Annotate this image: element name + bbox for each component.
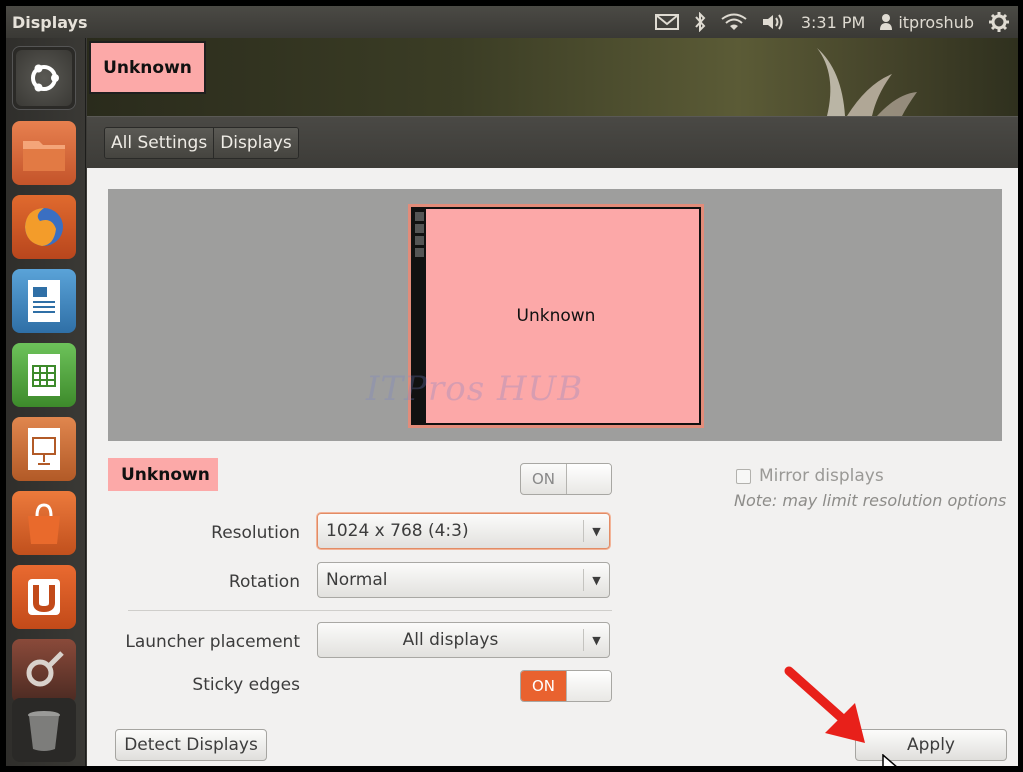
display-arrangement-preview: Unknown ITPros HUB — [108, 189, 1002, 441]
gear-icon[interactable] — [988, 11, 1010, 33]
displays-panel: Unknown ITPros HUB Unknown ON Mirror dis… — [87, 168, 1018, 766]
bluetooth-icon[interactable] — [693, 12, 707, 32]
launcher-placement-value: All displays — [402, 630, 499, 650]
rotation-label: Rotation — [228, 572, 300, 592]
toolbar: All Settings Displays — [87, 116, 1018, 168]
dash-home-button[interactable] — [12, 46, 76, 110]
system-settings-launcher[interactable] — [12, 639, 76, 703]
breadcrumb-displays[interactable]: Displays — [213, 128, 298, 158]
system-tray: 3:31 PM itproshub — [654, 6, 1010, 38]
breadcrumb: All Settings Displays — [104, 127, 299, 159]
launcher-placement-label: Launcher placement — [125, 632, 300, 652]
software-center-launcher[interactable] — [12, 491, 76, 555]
mirror-displays-label: Mirror displays — [759, 466, 884, 486]
launcher-placement-dropdown[interactable]: All displays ▼ — [317, 622, 610, 658]
watermark-text: ITPros HUB — [366, 369, 584, 409]
impress-launcher[interactable] — [12, 417, 76, 481]
resolution-dropdown[interactable]: 1024 x 768 (4:3) ▼ — [317, 513, 610, 549]
rotation-value: Normal — [326, 570, 388, 590]
trash-icon — [16, 702, 72, 758]
ubuntu-one-launcher[interactable] — [12, 565, 76, 629]
chevron-down-icon: ▼ — [583, 629, 609, 651]
detect-displays-button[interactable]: Detect Displays — [115, 729, 267, 761]
mirror-displays-checkbox[interactable] — [736, 468, 751, 484]
display-name-label: Unknown — [108, 458, 218, 491]
shopping-bag-icon — [16, 495, 72, 551]
user-name: itproshub — [898, 12, 974, 32]
annotation-arrow-icon — [784, 666, 865, 743]
mirror-note: Note: may limit resolution options — [734, 491, 1007, 510]
folder-icon — [16, 125, 72, 181]
user-icon — [880, 14, 893, 30]
writer-launcher[interactable] — [12, 269, 76, 333]
display-tab-unknown[interactable]: Unknown — [89, 41, 206, 94]
display-on-toggle[interactable]: ON — [520, 463, 612, 495]
sticky-toggle-knob — [566, 671, 611, 701]
ubuntu-one-icon — [16, 569, 72, 625]
mail-icon[interactable] — [654, 13, 679, 31]
launcher — [6, 38, 86, 766]
firefox-icon — [16, 199, 72, 255]
files-launcher[interactable] — [12, 121, 76, 185]
divider — [128, 610, 612, 611]
sticky-edges-toggle[interactable]: ON — [520, 670, 612, 702]
trash-launcher[interactable] — [12, 698, 76, 762]
sticky-toggle-state: ON — [521, 671, 566, 701]
volume-icon[interactable] — [761, 12, 787, 32]
display-toggle-state: ON — [531, 470, 556, 488]
wifi-icon[interactable] — [721, 13, 747, 31]
calc-launcher[interactable] — [12, 343, 76, 407]
screen: Displays 3:31 PM itproshub Unknown All S… — [6, 6, 1018, 766]
settings-tools-icon — [16, 643, 72, 699]
ubuntu-logo-icon — [16, 50, 72, 106]
mirror-displays-option[interactable]: Mirror displays — [736, 466, 884, 486]
sticky-edges-label: Sticky edges — [192, 675, 300, 695]
mouse-pointer-icon — [882, 754, 897, 766]
resolution-value: 1024 x 768 (4:3) — [326, 521, 469, 541]
user-menu[interactable]: itproshub — [879, 13, 974, 32]
window-title: Displays — [12, 13, 88, 32]
document-icon — [16, 273, 72, 329]
chevron-down-icon: ▼ — [583, 569, 609, 591]
monitor-label: Unknown — [516, 306, 596, 326]
display-toggle-knob — [566, 464, 611, 494]
wallpaper-flower-image — [817, 48, 917, 116]
top-panel: Displays 3:31 PM itproshub — [6, 6, 1018, 38]
breadcrumb-all-settings[interactable]: All Settings — [105, 128, 214, 158]
wallpaper-header: Unknown — [87, 38, 1018, 116]
chevron-down-icon: ▼ — [583, 520, 609, 542]
clock[interactable]: 3:31 PM — [801, 13, 865, 32]
spreadsheet-icon — [16, 347, 72, 403]
firefox-launcher[interactable] — [12, 195, 76, 259]
presentation-icon — [16, 421, 72, 477]
resolution-label: Resolution — [211, 523, 300, 543]
rotation-dropdown[interactable]: Normal ▼ — [317, 562, 610, 598]
